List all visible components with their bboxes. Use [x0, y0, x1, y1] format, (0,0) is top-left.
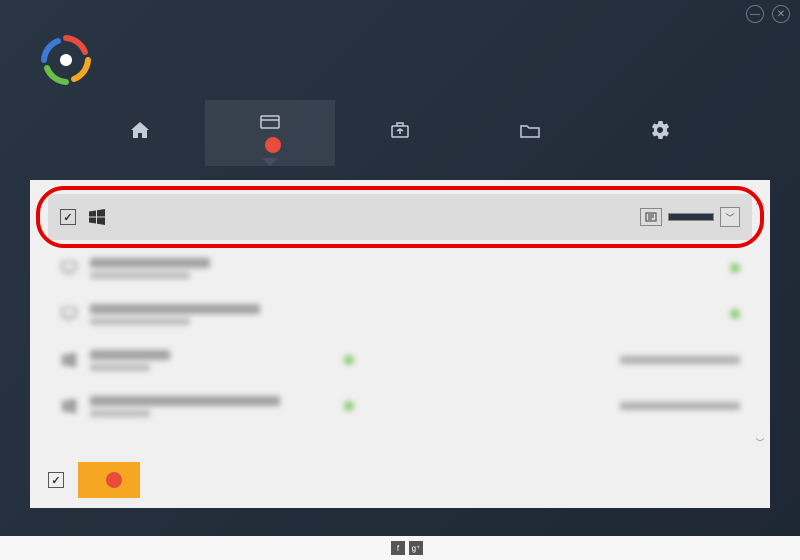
driver-row: [48, 248, 752, 288]
app-footer: f g⁺: [0, 536, 800, 560]
app-logo-icon: [40, 34, 92, 86]
tab-settings[interactable]: [595, 100, 725, 166]
status-dot-icon: [344, 355, 354, 365]
windows-icon: [60, 351, 78, 369]
tab-restore[interactable]: [465, 100, 595, 166]
tab-home[interactable]: [75, 100, 205, 166]
titlebar: — ✕: [0, 0, 800, 28]
driver-row: [48, 340, 752, 380]
scroll-up-icon[interactable]: ︿: [754, 194, 766, 206]
status-dot-icon: [730, 309, 740, 319]
status-dot-icon: [344, 401, 354, 411]
googleplus-icon[interactable]: g⁺: [409, 541, 423, 555]
tab-backup[interactable]: [335, 100, 465, 166]
scroll-down-icon[interactable]: ﹀: [754, 436, 766, 448]
minimize-button[interactable]: —: [746, 5, 764, 23]
home-icon: [130, 121, 150, 139]
update-dropdown-button[interactable]: ﹀: [720, 207, 740, 227]
scrollbar[interactable]: ︿ ﹀: [754, 194, 766, 448]
updates-badge: [265, 137, 281, 153]
windows-icon: [60, 397, 78, 415]
driver-info-button[interactable]: [640, 208, 662, 226]
app-header: [0, 28, 800, 96]
tab-driver-updates[interactable]: [205, 100, 335, 166]
download-badge: [106, 472, 122, 488]
select-all-checkbox[interactable]: [48, 472, 64, 488]
update-button[interactable]: [668, 213, 714, 221]
close-button[interactable]: ✕: [772, 5, 790, 23]
updates-icon: [260, 113, 280, 131]
content-panel: ﹀ ︿ ﹀: [30, 180, 770, 508]
blurred-driver-list: [48, 248, 752, 426]
audio-icon: [60, 305, 78, 323]
monitor-icon: [60, 259, 78, 277]
facebook-icon[interactable]: f: [391, 541, 405, 555]
restore-icon: [520, 121, 540, 139]
status-dot-icon: [730, 263, 740, 273]
driver-row: [48, 386, 752, 426]
gear-icon: [650, 121, 670, 139]
main-tabs: [0, 100, 800, 166]
download-install-button[interactable]: [78, 462, 140, 498]
row-checkbox[interactable]: [60, 209, 76, 225]
driver-row-highlighted[interactable]: ﹀: [48, 194, 752, 240]
driver-row: [48, 294, 752, 334]
backup-icon: [390, 121, 410, 139]
windows-icon: [88, 208, 106, 226]
